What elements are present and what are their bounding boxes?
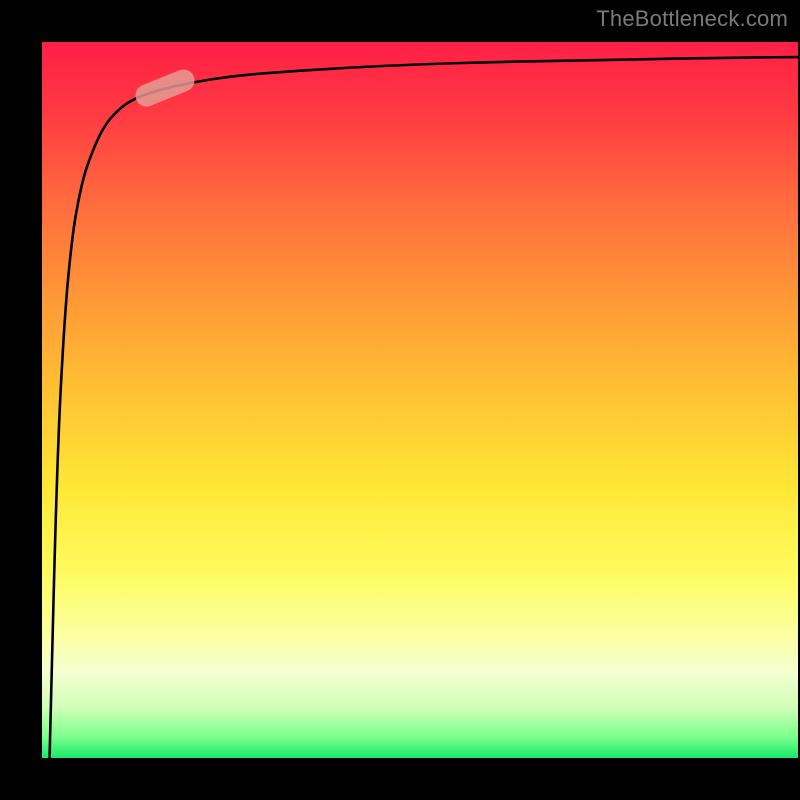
curve-svg — [42, 42, 798, 758]
plot-area — [42, 42, 798, 758]
highlight-marker — [132, 66, 198, 110]
attribution-text: TheBottleneck.com — [596, 6, 788, 32]
chart-stage: TheBottleneck.com — [0, 0, 800, 800]
performance-curve — [50, 57, 798, 758]
